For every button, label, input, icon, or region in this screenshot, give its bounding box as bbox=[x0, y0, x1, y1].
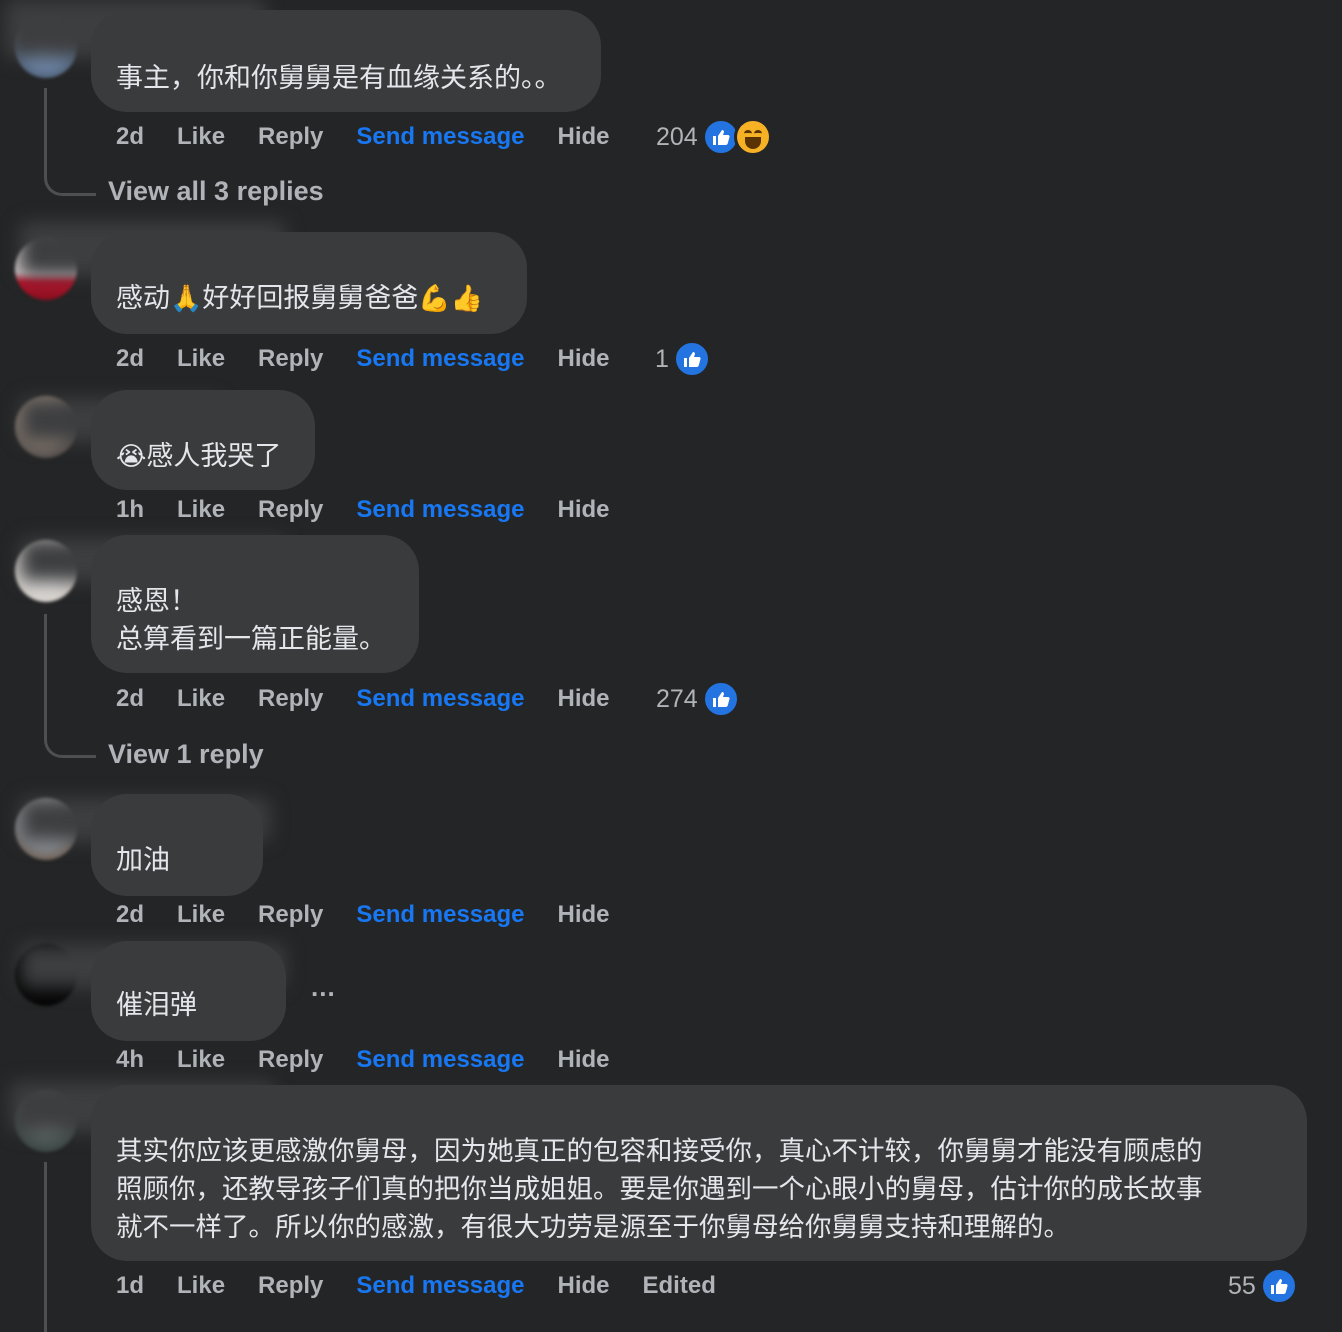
send-message-link[interactable]: Send message bbox=[356, 123, 524, 151]
reply-button[interactable]: Reply bbox=[258, 123, 323, 151]
thread-line bbox=[44, 614, 47, 728]
haha-reaction-icon bbox=[733, 118, 772, 156]
comment-actions: 2d Like Reply Send message Hide bbox=[116, 895, 610, 935]
edited-label[interactable]: Edited bbox=[643, 1272, 716, 1300]
reaction-summary[interactable]: 1 bbox=[655, 339, 711, 379]
thread-curve bbox=[44, 728, 96, 758]
send-message-link[interactable]: Send message bbox=[356, 901, 524, 929]
like-button[interactable]: Like bbox=[177, 1046, 225, 1074]
reaction-count: 1 bbox=[655, 344, 669, 373]
reply-button[interactable]: Reply bbox=[258, 345, 323, 373]
send-message-link[interactable]: Send message bbox=[356, 685, 524, 713]
send-message-link[interactable]: Send message bbox=[356, 1272, 524, 1300]
comment-actions: 1d Like Reply Send message Hide Edited bbox=[116, 1266, 716, 1306]
like-button[interactable]: Like bbox=[177, 901, 225, 929]
send-message-link[interactable]: Send message bbox=[356, 496, 524, 524]
comment-text: 事主，你和你舅舅是有血缘关系的。。 bbox=[116, 63, 562, 94]
hide-button[interactable]: Hide bbox=[558, 345, 610, 373]
comment-text: 催泪弹 bbox=[116, 990, 197, 1021]
comment-text: 感动🙏好好回报舅舅爸爸💪👍 bbox=[116, 280, 483, 318]
like-button[interactable]: Like bbox=[177, 123, 225, 151]
comment-actions: 1h Like Reply Send message Hide bbox=[116, 490, 610, 530]
like-reaction-icon bbox=[701, 680, 740, 718]
view-replies-link[interactable]: View 1 reply bbox=[108, 739, 264, 770]
hide-button[interactable]: Hide bbox=[558, 123, 610, 151]
reaction-summary[interactable]: 274 bbox=[656, 679, 740, 719]
timestamp[interactable]: 2d bbox=[116, 345, 144, 373]
send-message-link[interactable]: Send message bbox=[356, 345, 524, 373]
comment-bubble: 催泪弹 bbox=[91, 941, 286, 1041]
comment-actions: 2d Like Reply Send message Hide bbox=[116, 339, 610, 379]
comment-actions: 2d Like Reply Send message Hide bbox=[116, 679, 610, 719]
folded-hands-emoji: 🙏 bbox=[170, 284, 203, 314]
reaction-summary[interactable]: 55 bbox=[1228, 1266, 1298, 1306]
reply-button[interactable]: Reply bbox=[258, 496, 323, 524]
comment-text: 😭感人我哭了 bbox=[116, 438, 281, 476]
comment-text-part: 好好回报舅舅爸爸 bbox=[202, 283, 419, 314]
hide-button[interactable]: Hide bbox=[558, 1046, 610, 1074]
hide-button[interactable]: Hide bbox=[558, 496, 610, 524]
reply-button[interactable]: Reply bbox=[258, 1046, 323, 1074]
thread-line bbox=[44, 1162, 47, 1332]
comment-actions: 2d Like Reply Send message Hide bbox=[116, 117, 610, 157]
comment-text: 其实你应该更感激你舅母，因为她真正的包容和接受你，真心不计较，你舅舅才能没有顾虑… bbox=[116, 1136, 1203, 1243]
reply-button[interactable]: Reply bbox=[258, 901, 323, 929]
timestamp[interactable]: 2d bbox=[116, 685, 144, 713]
timestamp[interactable]: 2d bbox=[116, 123, 144, 151]
like-reaction-icon bbox=[1259, 1267, 1298, 1305]
comment-text-part: 感人我哭了 bbox=[146, 441, 282, 472]
hide-button[interactable]: Hide bbox=[558, 685, 610, 713]
muscle-thumbs-emoji: 💪👍 bbox=[418, 284, 484, 314]
like-button[interactable]: Like bbox=[177, 685, 225, 713]
timestamp[interactable]: 1h bbox=[116, 496, 144, 524]
comment-text: 加油 bbox=[116, 845, 170, 876]
reaction-count: 274 bbox=[656, 684, 698, 713]
comment-bubble: 感动🙏好好回报舅舅爸爸💪👍 bbox=[91, 232, 527, 334]
hide-button[interactable]: Hide bbox=[558, 901, 610, 929]
view-replies-link[interactable]: View all 3 replies bbox=[108, 176, 324, 207]
comment-text-part: 感动 bbox=[116, 283, 170, 314]
like-button[interactable]: Like bbox=[177, 345, 225, 373]
reaction-summary[interactable]: 204 bbox=[656, 117, 772, 157]
thread-curve bbox=[44, 166, 96, 196]
more-options-icon[interactable]: ... bbox=[311, 972, 336, 1003]
like-button[interactable]: Like bbox=[177, 1272, 225, 1300]
comment-actions: 4h Like Reply Send message Hide bbox=[116, 1040, 610, 1080]
comment-bubble: 其实你应该更感激你舅母，因为她真正的包容和接受你，真心不计较，你舅舅才能没有顾虑… bbox=[91, 1085, 1307, 1261]
thread-line bbox=[44, 88, 47, 166]
like-button[interactable]: Like bbox=[177, 496, 225, 524]
comment-text: 感恩！ 总算看到一篇正能量。 bbox=[116, 586, 386, 655]
like-reaction-icon bbox=[672, 340, 711, 378]
reply-button[interactable]: Reply bbox=[258, 1272, 323, 1300]
reaction-count: 55 bbox=[1228, 1271, 1256, 1300]
send-message-link[interactable]: Send message bbox=[356, 1046, 524, 1074]
reply-button[interactable]: Reply bbox=[258, 685, 323, 713]
comment-bubble: 😭感人我哭了 bbox=[91, 390, 315, 490]
comment-bubble: 感恩！ 总算看到一篇正能量。 bbox=[91, 535, 419, 673]
timestamp[interactable]: 4h bbox=[116, 1046, 144, 1074]
timestamp[interactable]: 1d bbox=[116, 1272, 144, 1300]
reaction-count: 204 bbox=[656, 122, 698, 151]
timestamp[interactable]: 2d bbox=[116, 901, 144, 929]
comment-bubble: 事主，你和你舅舅是有血缘关系的。。 bbox=[91, 10, 601, 112]
comment-bubble: 加油 bbox=[91, 794, 263, 896]
hide-button[interactable]: Hide bbox=[558, 1272, 610, 1300]
crying-face-emoji: 😭 bbox=[116, 442, 147, 472]
